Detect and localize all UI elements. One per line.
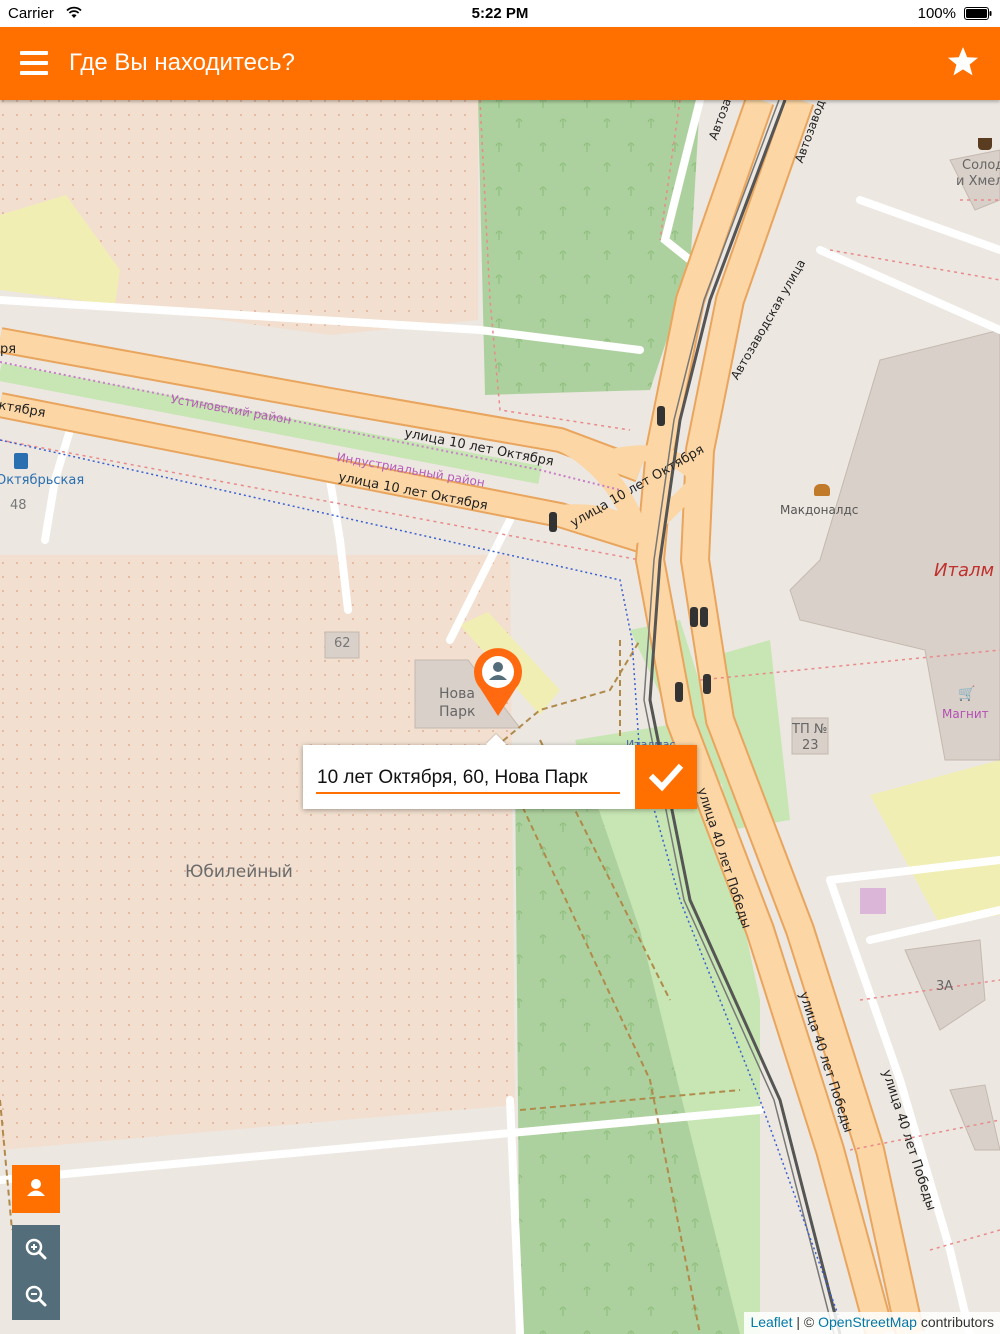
hamburger-icon[interactable] bbox=[20, 49, 50, 77]
locate-me-button[interactable] bbox=[12, 1165, 60, 1213]
burger-icon bbox=[814, 484, 830, 496]
map-label-area: Юбилейный bbox=[185, 862, 293, 882]
star-icon[interactable] bbox=[946, 45, 980, 79]
shopping-cart-icon: 🛒 bbox=[958, 686, 976, 702]
address-label[interactable]: 10 лет Октября, 60, Нова Парк bbox=[317, 767, 588, 789]
zoom-in-button[interactable] bbox=[12, 1225, 60, 1273]
map-label-mall: Италм bbox=[934, 560, 995, 581]
user-location-icon bbox=[27, 1179, 45, 1196]
map-label-house: 62 bbox=[334, 636, 351, 651]
confirm-button[interactable] bbox=[635, 745, 697, 809]
map-label-house: 48 bbox=[10, 498, 27, 513]
map-label-building: ТП № bbox=[792, 722, 828, 737]
status-bar: Carrier 5:22 PM 100% bbox=[0, 0, 1000, 27]
attribution-suffix: contributors bbox=[920, 1314, 994, 1330]
leaflet-link[interactable]: Leaflet bbox=[750, 1314, 792, 1330]
fuel-station-icon bbox=[14, 453, 28, 469]
location-pin-icon[interactable] bbox=[470, 646, 526, 718]
coffee-icon bbox=[978, 138, 992, 150]
zoom-in-icon bbox=[25, 1238, 47, 1260]
map-label-poi: Макдоналдс bbox=[780, 503, 859, 517]
map-view[interactable]: Юбилейный Нова Парк 62 48 Октябрьская Ус… bbox=[0, 96, 1000, 1334]
checkmark-icon bbox=[648, 763, 684, 792]
map-attribution: Leaflet | © OpenStreetMap contributors bbox=[744, 1312, 1000, 1334]
address-popup: 10 лет Октября, 60, Нова Парк bbox=[303, 734, 697, 809]
map-label-building: 23 bbox=[802, 738, 819, 753]
osm-link[interactable]: OpenStreetMap bbox=[818, 1314, 917, 1330]
map-label-poi: Октябрьская bbox=[0, 473, 85, 488]
app-header: Где Вы находитесь? bbox=[0, 27, 1000, 100]
battery-icon bbox=[964, 7, 992, 20]
attribution-separator: | © bbox=[796, 1314, 815, 1330]
address-underline bbox=[316, 792, 620, 794]
map-label-poi: Солод bbox=[962, 158, 1000, 173]
map-label-poi: и Хмел bbox=[956, 174, 1000, 189]
zoom-out-button[interactable] bbox=[12, 1272, 60, 1320]
page-title: Где Вы находитесь? bbox=[69, 49, 295, 76]
zoom-out-icon bbox=[25, 1285, 47, 1307]
map-label-house: 3А bbox=[936, 979, 954, 994]
battery-percent: 100% bbox=[917, 5, 956, 22]
map-label-street: ря bbox=[0, 342, 17, 357]
clock-label: 5:22 PM bbox=[471, 5, 529, 22]
map-label-poi: Магнит bbox=[942, 707, 989, 721]
